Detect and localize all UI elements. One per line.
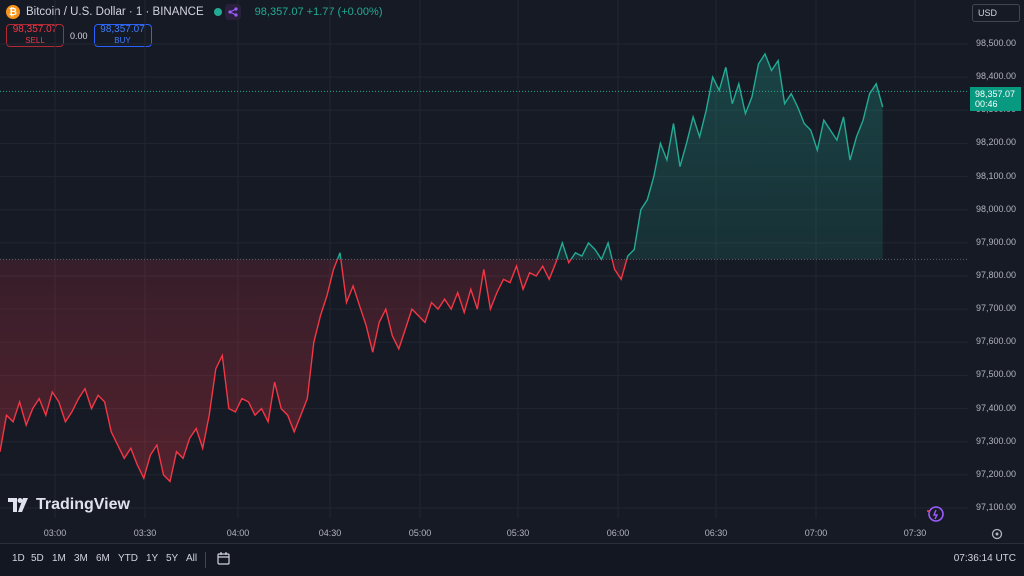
time-axis-label: 06:00 [606,528,630,538]
price-chart [0,0,968,518]
time-axis-label: 05:00 [408,528,432,538]
logo-text: TradingView [36,496,130,513]
range-button-ytd[interactable]: YTD [118,553,138,564]
currency-select[interactable]: USD [972,4,1020,22]
current-price-value: 98,357.07 [975,89,1016,99]
time-axis-label: 06:30 [704,528,728,538]
bitcoin-icon: ₿ [6,5,20,19]
range-button-5d[interactable]: 5D [31,553,44,564]
price-axis-label: 97,100.00 [976,502,1017,512]
price-axis-label: 98,000.00 [976,203,1017,214]
buy-price: 98,357.07 [100,24,145,35]
series-line-up [336,52,884,260]
range-button-6m[interactable]: 6M [96,553,110,564]
spread-value: 0.00 [70,30,88,41]
toolbar-divider [205,552,206,568]
tradingview-logo-icon [8,498,28,512]
price-axis-label: 97,600.00 [976,336,1017,347]
price-axis-label: 98,400.00 [976,71,1017,82]
price-axis-label: 98,200.00 [976,137,1017,148]
price-axis-label: 97,200.00 [976,468,1017,479]
range-button-1m[interactable]: 1M [52,553,66,564]
trade-panel: 98,357.07 SELL 0.00 98,357.07 BUY [6,24,152,47]
chart-window: ₿ Bitcoin / U.S. Dollar · 1 · BINANCE 98… [0,0,1024,576]
quote-change: +1.77 (+0.00%) [306,6,383,18]
time-axis-label: 03:30 [133,528,157,538]
time-axis-label: 07:00 [804,528,828,538]
chart-grid [0,0,968,518]
area-fill-down [0,259,883,482]
last-price-quote: 98,357.07 +1.77 (+0.00%) [255,6,383,18]
calendar-icon[interactable] [216,551,232,572]
range-button-1y[interactable]: 1Y [146,553,158,564]
utc-clock[interactable]: 07:36:14 UTC [954,553,1016,564]
assistant-icon[interactable] [925,505,945,528]
time-axis-label: 03:00 [43,528,67,538]
price-axis-label: 97,400.00 [976,402,1017,413]
time-axis-label: 05:30 [506,528,530,538]
price-axis-label: 97,700.00 [976,303,1017,314]
bottom-toolbar: 1D 5D 1M 3M 6M YTD 1Y 5Y All 07:36:14 UTC [0,543,1024,576]
current-price-tag: 98,357.07 00:46 [970,87,1021,111]
price-axis-label: 97,500.00 [976,369,1017,380]
price-axis-label: 97,300.00 [976,435,1017,446]
sell-label: SELL [25,36,45,45]
market-status[interactable] [213,4,241,20]
sell-button[interactable]: 98,357.07 SELL [6,24,64,47]
sell-price: 98,357.07 [12,24,58,35]
symbol-title[interactable]: Bitcoin / U.S. Dollar · 1 · BINANCE [26,6,204,18]
price-axis-label: 97,900.00 [976,236,1017,247]
bar-countdown: 00:46 [975,99,998,109]
time-axis-label: 04:30 [318,528,342,538]
price-axis-label: 98,500.00 [976,38,1017,48]
market-open-icon[interactable] [213,8,222,16]
range-button-3m[interactable]: 3M [74,553,88,564]
time-axis-label: 07:30 [903,528,927,538]
area-fill-up [337,53,883,260]
share-icon[interactable] [224,4,241,20]
range-button-5y[interactable]: 5Y [166,553,178,564]
tradingview-logo[interactable]: TradingView [8,496,130,514]
series-line-down [0,259,628,483]
quote-price: 98,357.07 [254,6,304,18]
symbol-legend[interactable]: ₿ Bitcoin / U.S. Dollar · 1 · BINANCE 98… [0,0,383,24]
price-axis-label: 98,100.00 [976,170,1017,181]
range-button-all[interactable]: All [186,553,197,564]
range-button-1d[interactable]: 1D [12,553,25,564]
price-axis-label: 97,800.00 [976,270,1017,280]
buy-label: BUY [114,36,131,45]
buy-button[interactable]: 98,357.07 BUY [93,24,152,47]
time-axis-label: 04:00 [226,528,250,538]
